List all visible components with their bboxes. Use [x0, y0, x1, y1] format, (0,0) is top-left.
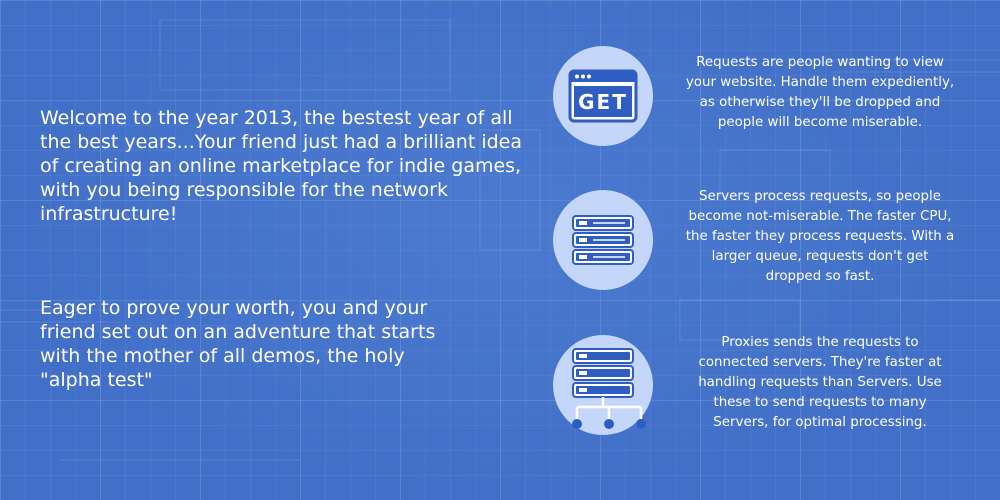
requests-description: Requests are people wanting to view your… [685, 55, 955, 130]
get-label: GET [578, 90, 628, 114]
proxy-icon [572, 348, 646, 429]
get-request-icon: GET [568, 69, 638, 123]
server-icon [572, 215, 634, 265]
servers-description: Servers process requests, so people beco… [685, 189, 955, 284]
proxy-icon-circle [553, 335, 653, 435]
intro-paragraph-1: Welcome to the year 2013, the bestest ye… [40, 107, 522, 225]
get-request-icon-circle: GET [553, 46, 653, 146]
intro-paragraph-2: Eager to prove your worth, you and your … [40, 297, 436, 391]
server-icon-circle [553, 190, 653, 290]
proxies-description: Proxies sends the requests to connected … [698, 335, 942, 430]
